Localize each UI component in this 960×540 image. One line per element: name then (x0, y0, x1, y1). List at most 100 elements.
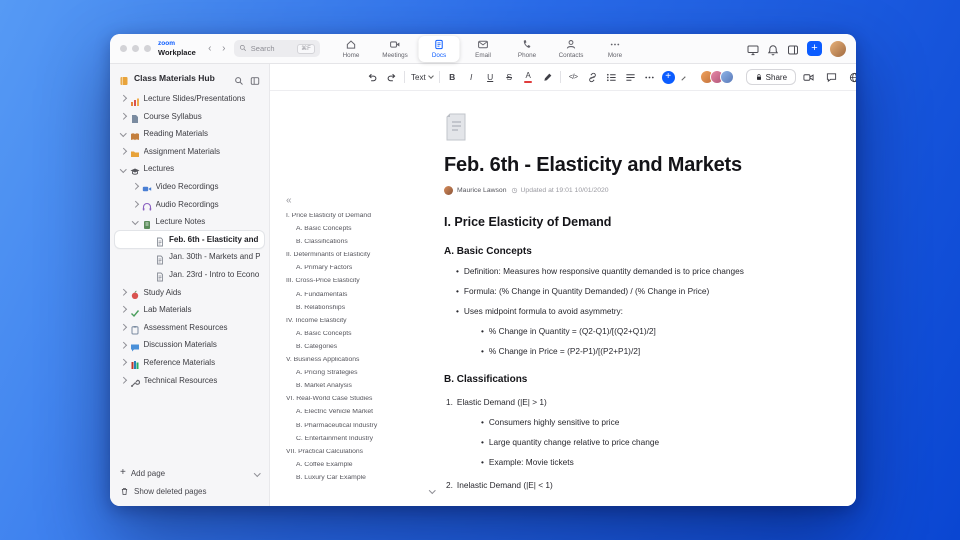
doc-block-bullet[interactable]: •% Change in Price = (P2-P1)/[(P2+P1)/2] (444, 346, 796, 357)
comments-icon[interactable] (825, 71, 838, 84)
outline-item[interactable]: B. Relationships (286, 305, 440, 312)
doc-block-h2[interactable]: I. Price Elasticity of Demand (444, 215, 796, 229)
chevron-right-icon[interactable] (120, 341, 127, 348)
outline-item[interactable]: B. Classifications (286, 239, 440, 246)
chevron-right-icon[interactable] (120, 288, 127, 296)
sidebar-item[interactable]: Reference Materials (115, 354, 264, 371)
new-item-button[interactable]: + (807, 41, 822, 56)
collaborator-avatar[interactable] (719, 70, 734, 84)
user-avatar[interactable] (830, 40, 846, 57)
outline-item[interactable]: A. Electric Vehicle Market (286, 409, 440, 416)
font-color-button[interactable]: A (522, 71, 535, 84)
outline-item[interactable]: A. Fundamentals (286, 292, 440, 299)
tab-docs[interactable]: Docs (418, 36, 460, 62)
collapse-outline-icon[interactable]: « (286, 195, 440, 206)
doc-block-h3[interactable]: A. Basic Concepts (444, 246, 796, 257)
global-search-input[interactable]: Search ⌘F (233, 40, 320, 57)
doc-content[interactable]: Feb. 6th - Elasticity and Markets Mauric… (444, 91, 796, 491)
video-camera-icon[interactable] (802, 71, 815, 84)
link-button[interactable] (586, 71, 599, 84)
outline-item[interactable]: V. Business Applications (286, 357, 440, 364)
doc-title[interactable]: Feb. 6th - Elasticity and Markets (444, 154, 796, 177)
sidebar-search-icon[interactable] (234, 73, 244, 85)
close-window-button[interactable] (120, 45, 127, 52)
sidebar-item[interactable]: Lectures (115, 160, 264, 177)
outline-item[interactable]: B. Pharmaceutical Industry (286, 423, 440, 430)
sidebar-item[interactable]: Lecture Notes (115, 213, 264, 230)
chevron-down-icon[interactable] (253, 469, 260, 477)
outline-item[interactable]: B. Market Analysis (286, 383, 440, 390)
sidebar-item[interactable]: Video Recordings (115, 178, 264, 195)
outline-item[interactable]: VI. Real-World Case Studies (286, 396, 440, 403)
chevron-right-icon[interactable] (120, 112, 127, 120)
doc-block-number[interactable]: 2. Inelastic Demand (|E| < 1) (444, 480, 796, 491)
chevron-right-icon[interactable] (132, 200, 139, 208)
redo-icon[interactable] (385, 71, 398, 84)
tab-contacts[interactable]: Contacts (551, 36, 592, 62)
language-globe-icon[interactable] (848, 71, 856, 84)
chevron-down-icon[interactable] (132, 218, 139, 225)
forward-button[interactable]: › (217, 42, 231, 56)
chevron-right-icon[interactable] (120, 95, 127, 102)
doc-block-bullet[interactable]: •% Change in Quantity = (Q2-Q1)/[(Q2+Q1)… (444, 326, 796, 337)
align-button[interactable] (624, 71, 637, 84)
tab-home[interactable]: Home (331, 36, 372, 62)
highlight-button[interactable] (541, 71, 554, 84)
outline-item[interactable]: A. Basic Concepts (286, 226, 440, 233)
doc-block-bullet[interactable]: • Large quantity change relative to price… (444, 437, 796, 448)
outline-item[interactable]: B. Categories (286, 344, 440, 351)
chevron-right-icon[interactable] (120, 376, 127, 384)
more-formatting-icon[interactable] (643, 71, 656, 84)
italic-button[interactable]: I (465, 71, 478, 84)
sidebar-item[interactable]: Technical Resources (115, 372, 264, 389)
underline-button[interactable]: U (484, 71, 497, 84)
tab-meetings[interactable]: Meetings (375, 36, 416, 62)
chevron-right-icon[interactable] (120, 148, 127, 155)
chevron-down-icon[interactable] (120, 165, 127, 173)
sidebar-item[interactable]: Course Syllabus (115, 108, 264, 125)
doc-block-bullet[interactable]: • Example: Movie tickets (444, 457, 796, 468)
outline-item[interactable]: C. Entertainment Industry (286, 436, 440, 443)
sidebar-item[interactable]: Lecture Slides/Presentations (115, 90, 264, 107)
sidebar-item[interactable]: Lab Materials (115, 301, 264, 318)
outline-item[interactable]: A. Coffee Example (286, 462, 440, 469)
doc-block-bullet[interactable]: • Formula: (% Change in Quantity Demanded… (444, 286, 796, 297)
doc-body[interactable]: I. Price Elasticity of Demand A. Basic Co… (444, 215, 796, 491)
share-button[interactable]: Share (745, 69, 797, 85)
back-button[interactable]: ‹ (203, 42, 217, 56)
sidebar-item[interactable]: Discussion Materials (115, 336, 264, 353)
outline-item[interactable]: A. Basic Concepts (286, 331, 440, 338)
sidebar-item[interactable]: Assessment Resources (115, 319, 264, 336)
tab-phone[interactable]: Phone (507, 36, 548, 62)
text-style-dropdown[interactable]: Text (411, 73, 434, 82)
outline-item[interactable]: IV. Income Elasticity (286, 318, 440, 325)
sidebar-item[interactable]: Jan. 30th - Markets and P... (115, 248, 264, 265)
outline-item[interactable]: VII. Practical Calculations (286, 449, 440, 456)
doc-block-bullet[interactable]: • Definition: Measures how responsive qua… (444, 266, 796, 277)
outline-item[interactable]: II. Determinants of Elasticity (286, 252, 440, 259)
sidebar-item[interactable]: Audio Recordings (115, 196, 264, 213)
devices-icon[interactable] (747, 43, 759, 55)
chevron-right-icon[interactable] (132, 183, 139, 190)
strikethrough-button[interactable]: S (503, 71, 516, 84)
undo-icon[interactable] (366, 71, 379, 84)
code-button[interactable]: </> (567, 71, 580, 84)
doc-block-h3[interactable]: B. Classifications (444, 374, 796, 385)
sidebar-item[interactable]: Feb. 6th - Elasticity and M... (115, 230, 264, 248)
sidebar-item[interactable]: Study Aids (115, 284, 264, 301)
sidebar-item[interactable]: Jan. 23rd - Intro to Econo... (115, 266, 264, 283)
side-panel-icon[interactable] (787, 43, 799, 55)
minimize-window-button[interactable] (132, 45, 139, 52)
outline-item[interactable]: I. Price Elasticity of Demand (286, 213, 440, 220)
notifications-bell-icon[interactable] (767, 43, 779, 55)
show-deleted-pages-button[interactable]: Show deleted pages (120, 487, 259, 496)
insert-block-button[interactable]: + (661, 70, 675, 84)
bold-button[interactable]: B (446, 71, 459, 84)
chevron-right-icon[interactable] (120, 306, 127, 313)
tab-email[interactable]: Email (463, 36, 504, 62)
maximize-window-button[interactable] (144, 45, 151, 52)
doc-block-bullet[interactable]: • Uses midpoint formula to avoid asymmetr… (444, 306, 796, 317)
chevron-down-icon[interactable] (120, 130, 127, 137)
outline-item[interactable]: B. Luxury Car Example (286, 475, 440, 482)
outline-item[interactable]: III. Cross-Price Elasticity (286, 278, 440, 285)
